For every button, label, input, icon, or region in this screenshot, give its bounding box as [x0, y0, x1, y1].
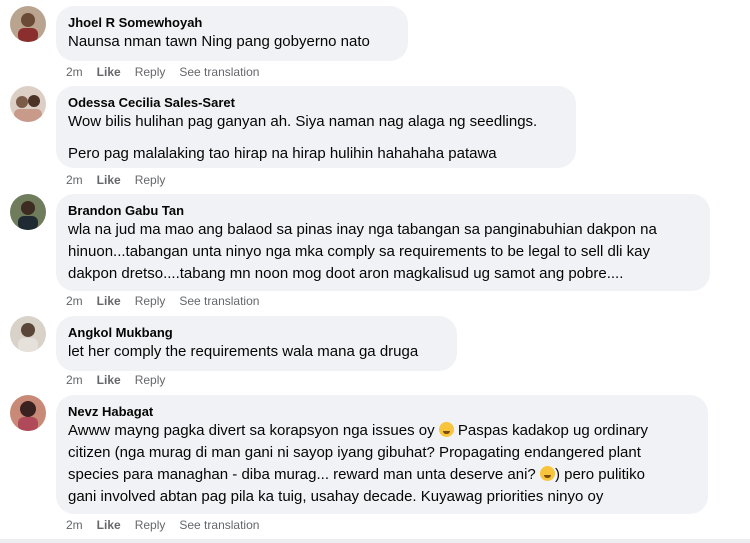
comment-text: Naunsa nman tawn Ning pang gobyerno nato	[68, 33, 370, 50]
avatar[interactable]	[10, 86, 46, 122]
comment-bubble: Nevz Habagat Awww mayng pagka divert sa …	[56, 395, 708, 514]
comment-text: let her comply the requirements wala man…	[68, 343, 419, 360]
comment-author[interactable]: Odessa Cecilia Sales-Saret	[68, 94, 564, 111]
comment-actions: 2m Like Reply	[66, 373, 179, 387]
comment-text-segment: Awww mayng pagka divert sa korapsyon nga…	[68, 422, 439, 439]
like-button[interactable]: Like	[97, 173, 121, 187]
comment-author[interactable]: Angkol Mukbang	[68, 324, 445, 341]
comment-text-line: dakpon dretso....tabang mn noon mog doot…	[68, 265, 624, 282]
like-button[interactable]: Like	[97, 65, 121, 79]
see-translation-link[interactable]: See translation	[179, 65, 259, 79]
comment-author[interactable]: Jhoel R Somewhoyah	[68, 14, 396, 31]
comment-time[interactable]: 2m	[66, 294, 83, 308]
comment-text-line: citizen (nga murag di man gani ni sayop …	[68, 444, 641, 461]
comment-text-line: wla na jud ma mao ang balaod sa pinas in…	[68, 221, 657, 238]
comment-author[interactable]: Brandon Gabu Tan	[68, 202, 698, 219]
like-button[interactable]: Like	[97, 518, 121, 532]
reply-button[interactable]: Reply	[135, 373, 166, 387]
comment-bubble: Odessa Cecilia Sales-Saret Wow bilis hul…	[56, 86, 576, 168]
laughing-emoji-icon	[438, 422, 454, 437]
next-comment-edge	[0, 539, 750, 543]
comment-author[interactable]: Nevz Habagat	[68, 403, 696, 420]
like-button[interactable]: Like	[97, 294, 121, 308]
reply-button[interactable]: Reply	[135, 65, 166, 79]
like-button[interactable]: Like	[97, 373, 121, 387]
avatar[interactable]	[10, 6, 46, 42]
comment-text-line: Awww mayng pagka divert sa korapsyon nga…	[68, 420, 696, 442]
comment-bubble: Brandon Gabu Tan wla na jud ma mao ang b…	[56, 194, 710, 291]
comment-time[interactable]: 2m	[66, 173, 83, 187]
sad-emoji-icon	[539, 466, 555, 481]
comment-text-line: gani involved abtan pag pila ka tuig, us…	[68, 488, 604, 505]
comment-text-line: species para managhan - diba murag... re…	[68, 464, 696, 486]
comment-text: Pero pag malalaking tao hirap na hirap h…	[68, 145, 497, 162]
see-translation-link[interactable]: See translation	[179, 518, 259, 532]
reply-button[interactable]: Reply	[135, 294, 166, 308]
see-translation-link[interactable]: See translation	[179, 294, 259, 308]
comment-text: Wow bilis hulihan pag ganyan ah. Siya na…	[68, 113, 538, 130]
reply-button[interactable]: Reply	[135, 518, 166, 532]
comment-text-line: hinuon...tabangan unta ninyo nga mka com…	[68, 243, 651, 260]
comment-actions: 2m Like Reply See translation	[66, 518, 273, 532]
avatar[interactable]	[10, 395, 46, 431]
comment-text-segment: ) pero pulitiko	[554, 466, 645, 483]
comment-bubble: Jhoel R Somewhoyah Naunsa nman tawn Ning…	[56, 6, 408, 61]
comment-time[interactable]: 2m	[66, 518, 83, 532]
reply-button[interactable]: Reply	[135, 173, 166, 187]
avatar[interactable]	[10, 194, 46, 230]
comment-actions: 2m Like Reply See translation	[66, 65, 273, 79]
comment-actions: 2m Like Reply See translation	[66, 294, 273, 308]
comment-text-segment: species para managhan - diba murag... re…	[68, 466, 540, 483]
comment-time[interactable]: 2m	[66, 373, 83, 387]
comment-time[interactable]: 2m	[66, 65, 83, 79]
comment-bubble: Angkol Mukbang let her comply the requir…	[56, 316, 457, 371]
avatar[interactable]	[10, 316, 46, 352]
comment-text-segment: Paspas kadakop ug ordinary	[453, 422, 649, 439]
comment-actions: 2m Like Reply	[66, 173, 179, 187]
